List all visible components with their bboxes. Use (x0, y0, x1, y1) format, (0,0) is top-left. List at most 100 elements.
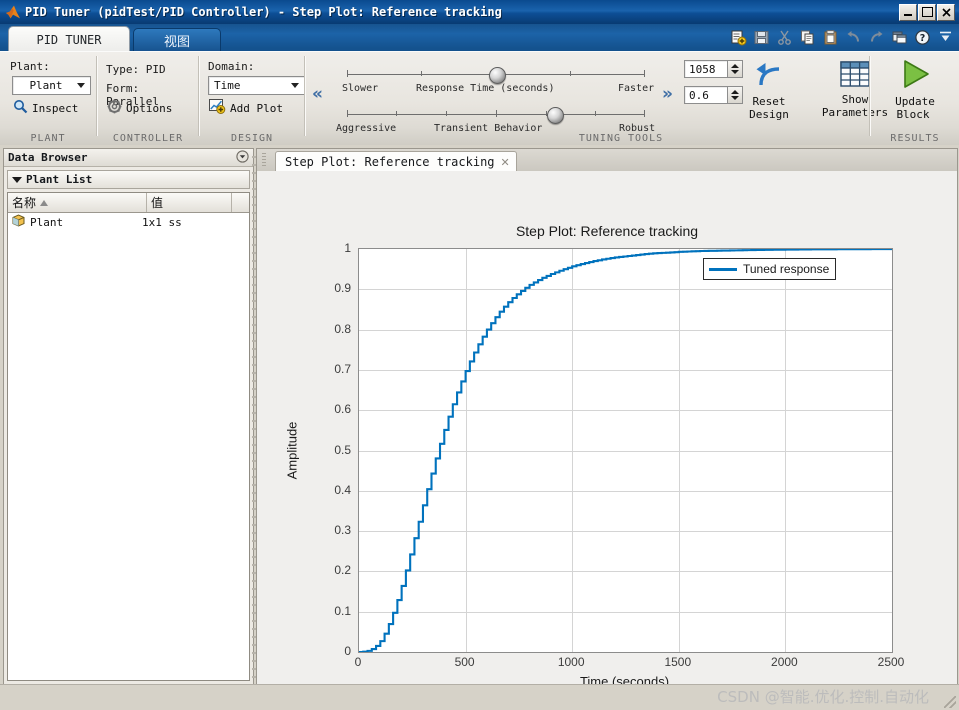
chart-title: Step Plot: Reference tracking (515, 223, 699, 239)
panel-collapse-icon[interactable] (236, 149, 249, 166)
minimize-button[interactable] (899, 3, 917, 21)
legend-color-swatch (709, 267, 737, 271)
column-header-value-label: 值 (151, 196, 164, 210)
triangle-down-icon (12, 176, 22, 183)
ribbon-tabstrip: PID TUNER 视图 ? (0, 24, 959, 52)
plant-row-name: Plant (30, 215, 64, 229)
tuned-response-curve (359, 249, 892, 652)
close-button[interactable] (937, 3, 955, 21)
group-label-results: RESULTS (890, 133, 940, 144)
document-tab-label: Step Plot: Reference tracking (285, 155, 495, 169)
tab-view-label: 视图 (163, 35, 190, 50)
options-button[interactable]: Options (107, 99, 172, 117)
copy-icon[interactable] (796, 26, 819, 49)
plant-list-table: 名称 值 Plant 1x1 ss (7, 192, 250, 681)
cut-icon[interactable] (773, 26, 796, 49)
close-tab-icon[interactable]: ✕ (501, 156, 510, 169)
update-block-label-1: Update (895, 95, 935, 108)
response-time-spinner[interactable]: 1058 (684, 60, 743, 78)
model-cube-icon (12, 214, 25, 230)
undo-icon[interactable] (842, 26, 865, 49)
green-play-icon (897, 58, 933, 93)
plot-axes-box: Tuned response (358, 248, 893, 653)
ytick-label: 0.3 (334, 523, 351, 538)
plant-combo[interactable]: Plant (12, 76, 91, 95)
window-controls (899, 3, 955, 21)
plant-list-label: Plant List (26, 173, 93, 186)
column-header-extra[interactable] (232, 193, 249, 212)
ribbon: PID TUNER 视图 ? Plant: Plant Inspect PLAN… (0, 24, 959, 145)
domain-label: Domain: (208, 60, 255, 73)
ytick-label: 0.9 (334, 281, 351, 296)
ytick-label: 0.6 (334, 402, 351, 417)
matlab-logo-icon (5, 5, 21, 19)
chevron-down-icon (291, 83, 299, 88)
column-header-name[interactable]: 名称 (8, 193, 147, 212)
table-icon (840, 60, 870, 91)
type-value: PID (145, 63, 166, 76)
table-row[interactable]: Plant 1x1 ss (8, 213, 249, 231)
update-block-button[interactable]: Update Block (877, 58, 953, 121)
redo-icon[interactable] (865, 26, 888, 49)
svg-text:?: ? (920, 33, 926, 44)
ribbon-group-design: Domain: Time Add Plot DESIGN (200, 52, 305, 145)
column-header-value[interactable]: 值 (147, 193, 232, 212)
plant-row-value: 1x1 ss (142, 215, 182, 229)
undo-arrow-icon (751, 60, 787, 93)
response-time-slider[interactable]: Slower Response Time (seconds) Faster (336, 66, 656, 94)
add-plot-button[interactable]: Add Plot (209, 99, 287, 117)
ytick-label: 1 (344, 241, 351, 255)
transient-behavior-slider[interactable]: Aggressive Transient Behavior Robust (336, 106, 656, 134)
document-tab-step-plot[interactable]: Step Plot: Reference tracking ✕ (275, 151, 517, 172)
inspect-button[interactable]: Inspect (13, 99, 78, 117)
tab-view[interactable]: 视图 (133, 28, 221, 52)
options-label: Options (126, 101, 173, 115)
y-axis-label: Amplitude (284, 421, 300, 480)
save-icon[interactable] (750, 26, 773, 49)
group-label-controller: CONTROLLER (112, 133, 184, 144)
slider-response-time-label: Response Time (seconds) (416, 83, 555, 94)
ytick-label: 0.5 (334, 442, 351, 457)
slider-left-chevron[interactable]: « (312, 86, 323, 103)
domain-combo[interactable]: Time (208, 76, 305, 95)
resize-grip[interactable] (944, 696, 956, 708)
type-row: Type: PID (106, 63, 166, 76)
data-browser-title: Data Browser (8, 151, 88, 164)
window-icon[interactable] (888, 26, 911, 49)
data-browser-panel: Data Browser Plant List 名称 值 Plant 1x1 s… (3, 148, 254, 685)
transient-value[interactable]: 0.6 (684, 86, 727, 104)
slider-aggressive-label: Aggressive (336, 123, 397, 134)
ytick-label: 0.1 (334, 603, 351, 618)
window-title: PID Tuner (pidTest/PID Controller) - Ste… (25, 5, 502, 19)
transient-behavior-slider-thumb[interactable] (547, 107, 564, 124)
quick-access-toolbar: ? (725, 24, 959, 51)
plot-add-icon (209, 99, 226, 117)
plant-label: Plant: (10, 60, 50, 73)
paste-icon[interactable] (819, 26, 842, 49)
add-plot-label: Add Plot (230, 101, 283, 115)
xtick-label: 1000 (557, 655, 585, 669)
slider-right-chevron[interactable]: » (662, 86, 673, 103)
response-time-slider-thumb[interactable] (489, 67, 506, 84)
plant-list-section[interactable]: Plant List (7, 170, 250, 189)
group-label-design: DESIGN (230, 133, 274, 144)
transient-spinner[interactable]: 0.6 (684, 86, 743, 104)
maximize-button[interactable] (918, 3, 936, 21)
plot-canvas: Step Plot: Reference tracking Tuned resp… (257, 171, 957, 689)
slider-slower-label: Slower (342, 83, 379, 94)
gear-icon (107, 99, 122, 117)
chart-legend[interactable]: Tuned response (703, 258, 837, 280)
tab-pid-tuner[interactable]: PID TUNER (8, 26, 130, 52)
new-icon[interactable] (727, 26, 750, 49)
xtick-label: 2500 (877, 655, 905, 669)
inspect-label: Inspect (32, 101, 79, 115)
response-time-value[interactable]: 1058 (684, 60, 727, 78)
reset-design-label-1: Reset (752, 95, 786, 108)
reset-design-button[interactable]: Reset Design (736, 60, 802, 121)
xtick-label: 500 (454, 655, 475, 669)
tabstrip-gripper[interactable] (262, 153, 266, 167)
help-icon[interactable]: ? (911, 26, 934, 49)
xtick-label: 0 (354, 655, 362, 669)
xtick-label: 2000 (771, 655, 798, 669)
collapse-ribbon-icon[interactable] (934, 26, 957, 49)
